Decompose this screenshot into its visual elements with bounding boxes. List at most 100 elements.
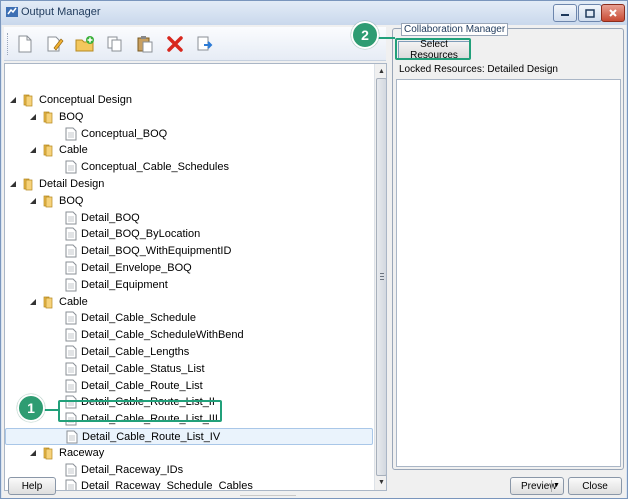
preview-dropdown-icon[interactable]: ▼ [551, 480, 561, 492]
report-document-icon [65, 311, 77, 325]
tree-item-label: BOQ [59, 194, 84, 207]
report-document-icon [65, 395, 77, 409]
tree-item-label: Detail_Cable_Status_List [81, 362, 205, 375]
output-tree[interactable]: Conceptual Design BOQ Conceptual_BOQ Cable C… [4, 63, 387, 491]
report-document-icon [65, 412, 77, 426]
folder-icon [43, 145, 53, 157]
maximize-button[interactable] [578, 4, 602, 22]
scrollbar-grip-icon [380, 273, 384, 280]
select-resources-button[interactable]: Select Resources [398, 39, 470, 61]
copy-button[interactable] [104, 33, 126, 55]
tree-vertical-scrollbar[interactable]: ▲ ▼ [374, 64, 386, 490]
tree-report-row[interactable]: Detail_Cable_Route_List_IV [5, 428, 373, 445]
report-document-icon [65, 211, 77, 225]
report-document-icon [65, 463, 77, 477]
toolbar-grip [7, 33, 9, 55]
tree-report-row[interactable]: Conceptual_BOQ [5, 126, 373, 143]
report-document-icon [65, 244, 77, 258]
tree-report-row[interactable]: Detail_BOQ_ByLocation [5, 226, 373, 243]
tree-item-label: Detail_Cable_Lengths [81, 346, 190, 358]
expand-arrow-icon[interactable] [9, 96, 17, 104]
close-icon [609, 9, 617, 17]
callout-line-two [377, 37, 395, 39]
tree-folder-row[interactable]: Cable [5, 294, 373, 311]
folder-icon [23, 178, 33, 191]
tree-report-row[interactable]: Detail_Raceway_Schedule_Cables [5, 478, 373, 490]
tree-folder-row[interactable]: Raceway [5, 445, 373, 462]
scroll-down-arrow-icon[interactable]: ▼ [377, 478, 386, 487]
edit-button[interactable] [44, 33, 66, 55]
delete-button[interactable] [164, 33, 186, 55]
tree-item-label: Detail_Cable_Route_List [81, 379, 203, 392]
tree-report-row[interactable]: Detail_Cable_ScheduleWithBend [5, 327, 373, 344]
tree-item-label: Detail_Cable_Route_List_III [81, 413, 218, 426]
scroll-up-arrow-icon[interactable]: ▲ [377, 67, 386, 76]
tree-folder-row[interactable]: BOQ [5, 193, 373, 210]
paste-button[interactable] [134, 33, 156, 55]
title-bar[interactable]: Output Manager [1, 1, 627, 25]
expand-arrow-icon[interactable] [29, 298, 37, 306]
tree-item-label: Raceway [59, 446, 105, 459]
preview-button[interactable]: Preview ▼ [510, 477, 564, 495]
tree-folder-row[interactable]: BOQ [5, 109, 373, 126]
tree-item-label: Detail_Cable_Schedule [81, 312, 196, 325]
tree-item-label: Cable [59, 144, 88, 157]
tree-report-row[interactable]: Detail_Cable_Status_List [5, 361, 373, 378]
tree-item-label: BOQ [59, 110, 84, 123]
tree-report-row[interactable]: Detail_Cable_Lengths [5, 344, 373, 361]
tree-report-row[interactable]: Detail_Cable_Route_List_II [5, 394, 373, 411]
tree-report-row[interactable]: Detail_Cable_Route_List [5, 378, 373, 395]
tree-report-row[interactable]: Detail_BOQ [5, 210, 373, 227]
tree-folder-row[interactable]: Cable [5, 142, 373, 159]
expand-arrow-icon[interactable] [29, 449, 37, 457]
expand-arrow-icon[interactable] [29, 146, 37, 154]
new-button[interactable] [14, 33, 36, 55]
report-document-icon [65, 227, 77, 241]
expand-arrow-icon[interactable] [29, 197, 37, 205]
tree-item-label: Detail Design [39, 178, 105, 190]
tree-report-row[interactable]: Detail_Envelope_BOQ [5, 260, 373, 277]
close-window-button[interactable] [601, 4, 625, 22]
close-button[interactable]: Close [568, 477, 622, 495]
tree-item-label: Detail_Cable_Route_List_IV [82, 431, 221, 443]
tree-report-row[interactable]: Detail_Equipment [5, 277, 373, 294]
help-button[interactable]: Help [8, 477, 56, 495]
expand-arrow-icon[interactable] [9, 180, 17, 188]
callout-badge-one: 1 [17, 394, 45, 422]
client-area: Conceptual Design BOQ Conceptual_BOQ Cable C… [2, 23, 626, 498]
expand-arrow-icon[interactable] [29, 113, 37, 121]
app-icon [6, 7, 18, 17]
collaboration-manager-panel: Collaboration Manager Select Resources L… [392, 23, 624, 470]
report-document-icon [65, 127, 77, 141]
tree-item-label: Conceptual Design [39, 94, 132, 106]
tree-item-label: Detail_Raceway_IDs [81, 463, 184, 476]
toolbar [4, 27, 386, 61]
report-document-icon [65, 362, 77, 376]
copy-icon [107, 36, 122, 52]
output-manager-window: Output Manager Conceptual Design BOQ Con… [0, 0, 628, 499]
tree-folder-row[interactable]: Conceptual Design [5, 92, 373, 109]
tree-folder-row[interactable]: Detail Design [5, 176, 373, 193]
minimize-button[interactable] [553, 4, 577, 22]
export-button[interactable] [194, 33, 216, 55]
locked-resources-list[interactable] [396, 79, 621, 467]
report-document-icon [65, 261, 77, 275]
tree-report-row[interactable]: Conceptual_Cable_Schedules [5, 159, 373, 176]
report-document-icon [65, 479, 77, 490]
report-document-icon [65, 345, 77, 359]
paste-icon [137, 36, 153, 53]
new-document-icon [18, 35, 32, 53]
tree-report-row[interactable]: Detail_Cable_Schedule [5, 310, 373, 327]
scrollbar-thumb[interactable] [376, 78, 386, 476]
tree-item-label: Detail_Equipment [81, 278, 168, 291]
tree-report-row[interactable]: Detail_Raceway_IDs [5, 462, 373, 479]
tree-item-label: Detail_Cable_Route_List_II [81, 396, 215, 409]
tree-item-label: Detail_BOQ_ByLocation [81, 228, 201, 241]
locked-resources-label: Locked Resources: Detailed Design [399, 64, 558, 75]
add-folder-button[interactable] [74, 33, 96, 55]
tree-report-row[interactable]: Detail_Cable_Route_List_III [5, 411, 373, 428]
report-document-icon [65, 328, 77, 342]
tree-item-label: Conceptual_Cable_Schedules [81, 161, 229, 174]
tree-report-row[interactable]: Detail_BOQ_WithEquipmentID [5, 243, 373, 260]
callout-badge-two: 2 [351, 21, 379, 49]
